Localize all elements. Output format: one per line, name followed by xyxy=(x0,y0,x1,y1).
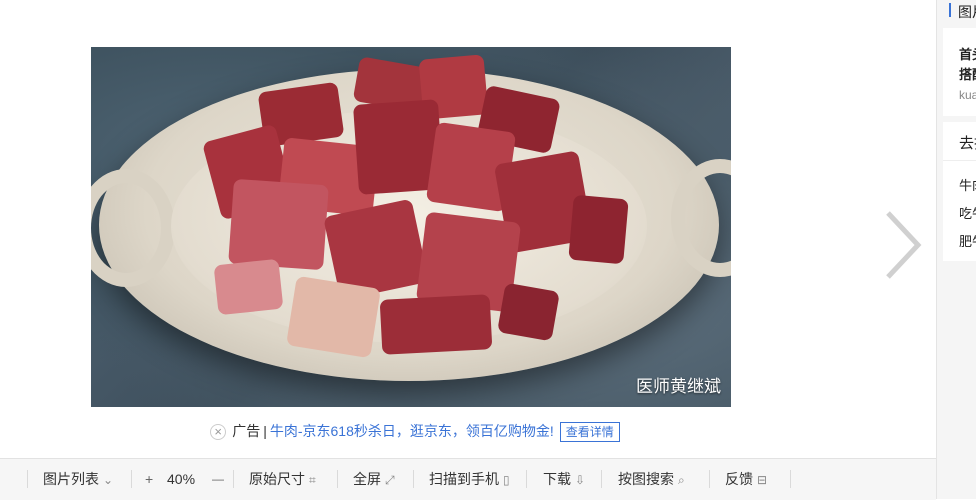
ad-separator: | xyxy=(263,423,267,439)
download-label: 下载 xyxy=(543,471,571,487)
find-section: 去找 xyxy=(943,122,976,160)
sidebar-header: 图片 xyxy=(958,4,976,20)
next-image-button[interactable] xyxy=(878,205,928,285)
close-icon[interactable]: × xyxy=(210,424,227,441)
feedback-icon: ⊟ xyxy=(757,473,768,487)
related-card-source: kua xyxy=(959,88,976,102)
feedback-label: 反馈 xyxy=(725,471,753,487)
view-details-button[interactable]: 查看详情 xyxy=(559,422,620,443)
crop-icon: ⌗ xyxy=(309,473,316,487)
zoom-in-button[interactable]: + xyxy=(145,459,153,499)
ad-banner: × 广告 | 牛肉-京东618秒杀日，逛京东，领百亿购物金! 查看详情 xyxy=(0,420,830,443)
feedback-button[interactable]: 反馈 ⊟ xyxy=(725,459,767,499)
find-section-title: 去找 xyxy=(959,135,976,152)
fullscreen-button[interactable]: 全屏 ⤢ xyxy=(353,459,395,499)
scan-to-phone-button[interactable]: 扫描到手机 ▯ xyxy=(429,459,510,499)
download-button[interactable]: 下载 ⇩ xyxy=(543,459,585,499)
search-by-image-label: 按图搜索 xyxy=(618,471,674,487)
image-search-icon: ⌕ xyxy=(678,473,685,487)
related-card[interactable]: 首头 搭配 kua xyxy=(943,28,976,116)
ad-tag: 广告 xyxy=(232,423,261,439)
phone-icon: ▯ xyxy=(503,473,510,487)
ad-link[interactable]: 牛肉-京东618秒杀日，逛京东，领百亿购物金! xyxy=(270,423,554,439)
image-viewer: 医师黄继斌 × 广告 | 牛肉-京东618秒杀日，逛京东，领百亿购物金! 查看详情 图片… xyxy=(0,0,936,500)
suggest-list: 牛肉 吃牛 肥牛 xyxy=(943,160,976,261)
photo-watermark: 医师黄继斌 xyxy=(636,377,721,396)
fullscreen-label: 全屏 xyxy=(353,471,381,487)
suggest-item[interactable]: 吃牛 xyxy=(959,203,976,222)
image-toolbar: 图片列表 ⌄ + 40% — 原始尺寸 ⌗ 全屏 ⤢ 扫描到手机 ▯ 下载 ⇩ 按图搜索 ⌕… xyxy=(0,458,936,500)
download-icon: ⇩ xyxy=(575,473,586,487)
zoom-level: 40% xyxy=(167,471,196,487)
related-card-title-2: 搭配 xyxy=(959,67,976,82)
suggest-item[interactable]: 肥牛 xyxy=(959,231,976,250)
image-list-label: 图片列表 xyxy=(43,471,99,487)
scan-to-phone-label: 扫描到手机 xyxy=(429,471,499,487)
related-card-title-1: 首头 xyxy=(959,47,976,62)
main-photo[interactable]: 医师黄继斌 xyxy=(91,47,731,407)
right-sidebar: 图片 首头 搭配 kua 去找 牛肉 吃牛 肥牛 xyxy=(936,0,976,499)
expand-icon: ⤢ xyxy=(385,473,395,487)
chevron-right-icon xyxy=(886,211,922,279)
original-size-button[interactable]: 原始尺寸 ⌗ xyxy=(249,459,316,499)
image-list-button[interactable]: 图片列表 ⌄ xyxy=(43,459,113,499)
suggest-item[interactable]: 牛肉 xyxy=(959,175,976,194)
chevron-down-icon: ⌄ xyxy=(103,473,114,487)
original-size-label: 原始尺寸 xyxy=(249,471,305,487)
section-accent-bar xyxy=(949,3,951,17)
zoom-out-button[interactable]: — xyxy=(212,459,224,499)
search-by-image-button[interactable]: 按图搜索 ⌕ xyxy=(618,459,685,499)
